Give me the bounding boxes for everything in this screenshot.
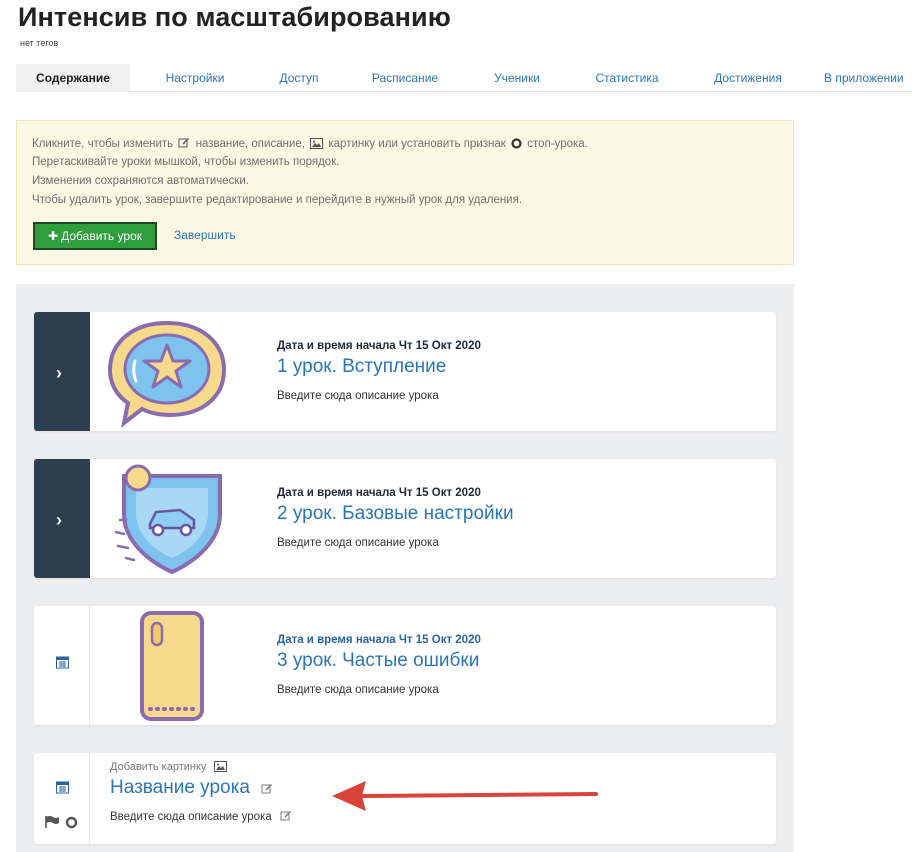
page-title: Интенсив по масштабированию	[18, 2, 451, 32]
shield-car-icon	[114, 464, 222, 575]
info-text: Кликните, чтобы изменить	[32, 138, 174, 150]
chevron-right-icon: ›	[56, 509, 62, 530]
new-lesson-title[interactable]: Название урока	[110, 777, 275, 799]
lesson-card[interactable]: Дата и время начала Чт 15 Окт 2020 3 уро…	[34, 606, 776, 725]
lesson-date: Дата и время начала Чт 15 Окт 2020	[277, 487, 481, 499]
tags-label: нет тегов	[20, 38, 59, 48]
red-arrow-annotation	[332, 781, 598, 811]
plus-icon: ✚	[48, 229, 59, 243]
tab-schedule[interactable]: Расписание	[338, 64, 472, 92]
lesson-date: Дата и время начала Чт 15 Окт 2020	[277, 340, 481, 352]
tab-access[interactable]: Доступ	[260, 64, 338, 92]
image-icon	[310, 138, 324, 149]
stop-icon	[511, 138, 522, 149]
calendar-icon	[56, 781, 69, 794]
add-lesson-label: Добавить урок	[61, 229, 142, 243]
info-line-4: Чтобы удалить урок, завершите редактиров…	[32, 194, 523, 206]
lesson-card[interactable]: › Дата и время начала Чт 15 Окт 2020 2 у…	[34, 459, 776, 578]
tab-settings[interactable]: Настройки	[130, 64, 260, 92]
info-text: стоп-урока.	[527, 138, 588, 150]
phone-icon	[140, 611, 204, 721]
lesson-title[interactable]: 1 урок. Вступление	[277, 356, 446, 378]
new-lesson-description[interactable]: Введите сюда описание урока	[110, 810, 294, 823]
pencil-icon	[178, 137, 190, 148]
finish-link[interactable]: Завершить	[174, 228, 236, 242]
add-image-label: Добавить картинку	[110, 761, 207, 773]
lesson-description[interactable]: Введите сюда описание урока	[277, 684, 439, 696]
pencil-icon	[261, 783, 273, 794]
flag-icon[interactable]	[44, 815, 60, 829]
lesson-title[interactable]: 3 урок. Частые ошибки	[277, 650, 479, 672]
info-line-2: Перетаскивайте уроки мышкой, чтобы измен…	[32, 156, 340, 168]
lesson-card[interactable]: › Дата и время начала Чт 15 Окт 2020 1 у…	[34, 312, 776, 431]
lesson-description[interactable]: Введите сюда описание урока	[277, 390, 439, 402]
pencil-icon	[280, 810, 292, 821]
lesson-date: Дата и время начала Чт 15 Окт 2020	[277, 634, 481, 646]
calendar-icon	[56, 656, 69, 669]
lesson-drag-handle[interactable]	[34, 606, 90, 725]
lesson-description[interactable]: Введите сюда описание урока	[277, 537, 439, 549]
info-line-3: Изменения сохраняются автоматически.	[32, 175, 250, 187]
info-text: картинку или установить признак	[328, 138, 506, 150]
lesson-expand-handle[interactable]: ›	[34, 312, 90, 431]
stop-icon[interactable]	[65, 816, 78, 829]
tab-statistics[interactable]: Статистика	[562, 64, 692, 92]
tab-in-app[interactable]: В приложении	[804, 64, 912, 92]
new-lesson-title-text: Название урока	[110, 777, 250, 798]
edit-info-panel: Кликните, чтобы изменить название, описа…	[16, 120, 794, 265]
lessons-list: › Дата и время начала Чт 15 Окт 2020 1 у…	[16, 284, 794, 852]
new-lesson-description-text: Введите сюда описание урока	[110, 811, 272, 823]
lesson-drag-handle[interactable]	[34, 753, 90, 844]
tab-bar: Содержание Настройки Доступ Расписание У…	[16, 64, 912, 92]
lesson-title[interactable]: 2 урок. Базовые настройки	[277, 503, 514, 525]
image-icon	[214, 761, 228, 772]
lesson-expand-handle[interactable]: ›	[34, 459, 90, 578]
add-image-link[interactable]: Добавить картинку	[110, 761, 229, 773]
info-line-1: Кликните, чтобы изменить название, описа…	[32, 137, 588, 150]
tab-students[interactable]: Ученики	[472, 64, 562, 92]
add-lesson-button[interactable]: ✚ Добавить урок	[33, 222, 157, 250]
tab-content[interactable]: Содержание	[16, 64, 130, 92]
chat-star-icon	[107, 320, 227, 428]
tab-achievements[interactable]: Достижения	[692, 64, 804, 92]
chevron-right-icon: ›	[56, 362, 62, 383]
info-text: название, описание,	[195, 138, 305, 150]
